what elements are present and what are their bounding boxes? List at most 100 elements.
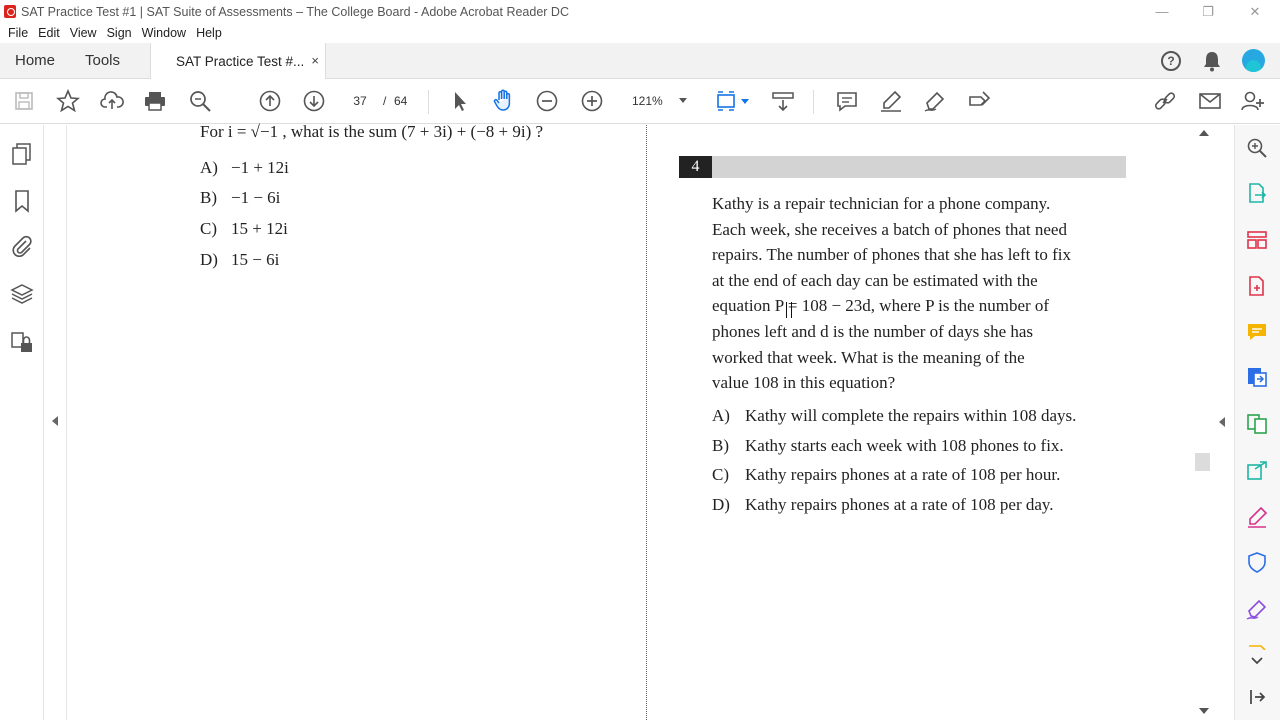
sign-pen-icon[interactable] <box>923 89 947 113</box>
acrobat-icon <box>4 5 16 18</box>
highlight-pen-icon[interactable] <box>879 89 903 113</box>
comment-tool-icon[interactable] <box>1246 321 1268 343</box>
menu-help[interactable]: Help <box>196 26 222 40</box>
hand-tool-icon[interactable] <box>491 88 515 112</box>
export-convert-icon[interactable] <box>1246 366 1268 388</box>
column-divider <box>646 125 647 720</box>
upload-icon[interactable] <box>100 89 124 113</box>
menu-sign[interactable]: Sign <box>107 26 132 40</box>
question-number: 4 <box>679 156 712 178</box>
question-line: value 108 in this equation? <box>712 373 896 393</box>
zoom-dropdown-icon[interactable] <box>679 98 687 103</box>
choice-text: Kathy will complete the repairs within 1… <box>745 406 1077 425</box>
zoom-level[interactable]: 121% <box>632 91 663 111</box>
add-user-icon[interactable] <box>1241 89 1265 113</box>
search-zoom-icon[interactable] <box>1246 137 1268 159</box>
page-number-input[interactable]: 37 <box>345 91 375 111</box>
answer-choice-c: C) 15 + 12i <box>200 219 288 239</box>
security-lock-icon[interactable] <box>10 330 34 354</box>
comment-icon[interactable] <box>835 89 859 113</box>
minimize-button[interactable]: — <box>1139 0 1185 23</box>
tab-bar: Home Tools SAT Practice Test #... × <box>0 43 1280 79</box>
tab-tools[interactable]: Tools <box>85 43 120 78</box>
choice-b: B) Kathy starts each week with 108 phones… <box>712 436 1064 456</box>
question-line: repairs. The number of phones that she h… <box>712 245 1071 265</box>
choice-letter: A) <box>712 406 730 425</box>
protect-shield-icon[interactable] <box>1246 551 1268 573</box>
scroll-down-icon[interactable] <box>1199 708 1209 714</box>
choice-letter: C) <box>712 465 729 484</box>
fill-sign-icon[interactable] <box>967 89 991 113</box>
select-cursor-icon[interactable] <box>448 89 472 113</box>
print-icon[interactable] <box>143 89 167 113</box>
collapse-left-pane-icon[interactable] <box>52 416 58 426</box>
question-line: worked that week. What is the meaning of… <box>712 347 1025 367</box>
previous-page-icon[interactable] <box>258 89 282 113</box>
close-tab-icon[interactable]: × <box>311 53 319 68</box>
save-icon[interactable] <box>12 89 36 113</box>
sign-tool-icon[interactable] <box>1246 598 1268 620</box>
email-icon[interactable] <box>1198 89 1222 113</box>
bookmarks-icon[interactable] <box>10 189 34 213</box>
help-icon[interactable]: ? <box>1161 51 1181 71</box>
window-title: SAT Practice Test #1 | SAT Suite of Asse… <box>21 4 569 19</box>
question-3-stem: For i = √−1 , what is the sum (7 + 3i) +… <box>200 122 544 141</box>
more-tools-icon[interactable] <box>1246 640 1268 650</box>
choice-text: Kathy repairs phones at a rate of 108 pe… <box>745 495 1054 514</box>
share-link-icon[interactable] <box>1153 89 1177 113</box>
attachments-icon[interactable] <box>10 234 34 258</box>
scroll-mode-icon[interactable] <box>771 89 795 113</box>
menu-edit[interactable]: Edit <box>38 26 60 40</box>
zoom-out-icon[interactable] <box>535 89 559 113</box>
answer-text: −1 + 12i <box>231 158 289 177</box>
answer-choice-b: B) −1 − 6i <box>200 188 280 208</box>
expand-right-pane-icon[interactable] <box>1219 417 1225 427</box>
next-page-icon[interactable] <box>302 89 326 113</box>
tab-home[interactable]: Home <box>15 43 55 78</box>
menu-window[interactable]: Window <box>142 26 186 40</box>
zoom-in-icon[interactable] <box>580 89 604 113</box>
export-pdf-icon[interactable] <box>1246 182 1268 204</box>
answer-choice-a: A) −1 + 12i <box>200 158 289 178</box>
question-line: at the end of each day can be estimated … <box>712 270 1038 290</box>
menu-file[interactable]: File <box>8 26 28 40</box>
vertical-scrollbar[interactable] <box>1196 125 1210 720</box>
bell-icon[interactable] <box>1202 50 1222 72</box>
close-window-button[interactable]: ✕ <box>1232 0 1278 23</box>
send-for-review-icon[interactable] <box>1246 459 1268 481</box>
expand-tools-chevron-icon[interactable] <box>1246 650 1268 672</box>
menu-bar: File Edit View Sign Window Help <box>0 23 1280 43</box>
fill-sign-tool-icon[interactable] <box>1246 506 1268 528</box>
title-bar: SAT Practice Test #1 | SAT Suite of Asse… <box>0 0 1280 23</box>
page-thumbnails-icon[interactable] <box>10 142 34 166</box>
choice-letter: B) <box>712 436 729 455</box>
bookmark-star-icon[interactable] <box>55 88 81 113</box>
choice-c: C) Kathy repairs phones at a rate of 108 … <box>712 465 1060 485</box>
answer-letter: D) <box>200 250 218 269</box>
organize-pages-icon[interactable] <box>1246 229 1268 251</box>
question-line: phones left and d is the number of days … <box>712 321 1034 341</box>
menu-view[interactable]: View <box>70 26 97 40</box>
choice-a: A) Kathy will complete the repairs within… <box>712 406 1076 426</box>
toolbar-divider <box>428 90 429 114</box>
scrollbar-thumb[interactable] <box>1195 453 1210 471</box>
avatar[interactable] <box>1242 49 1265 72</box>
choice-text: Kathy repairs phones at a rate of 108 pe… <box>745 465 1061 484</box>
zoom-search-icon[interactable] <box>188 89 212 113</box>
page-separator: / <box>383 94 387 108</box>
restore-button[interactable]: ❐ <box>1185 0 1231 23</box>
answer-letter: A) <box>200 158 218 177</box>
choice-text: Kathy starts each week with 108 phones t… <box>745 436 1064 455</box>
layers-icon[interactable] <box>10 282 34 306</box>
question-line: Kathy is a repair technician for a phone… <box>712 194 1051 213</box>
answer-text: −1 − 6i <box>231 188 281 207</box>
page-total: 64 <box>394 94 408 108</box>
page-fit-icon[interactable] <box>714 89 738 113</box>
page-fit-dropdown-icon[interactable] <box>741 99 749 104</box>
scroll-up-icon[interactable] <box>1199 130 1209 136</box>
tab-document[interactable]: SAT Practice Test #... × <box>150 43 326 79</box>
answer-letter: B) <box>200 188 217 207</box>
compare-files-icon[interactable] <box>1246 413 1268 435</box>
collapse-tools-pane-icon[interactable] <box>1246 686 1268 708</box>
create-pdf-icon[interactable] <box>1246 275 1268 297</box>
